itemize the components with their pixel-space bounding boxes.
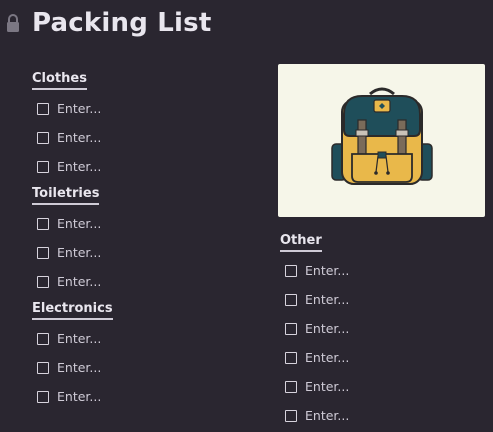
checklist-item: Enter... <box>32 382 113 411</box>
checkbox[interactable] <box>285 322 297 335</box>
item-input[interactable]: Enter... <box>57 245 101 260</box>
item-input[interactable]: Enter... <box>57 216 101 231</box>
page-header: Packing List <box>6 8 211 38</box>
item-input[interactable]: Enter... <box>57 130 101 145</box>
checkbox[interactable] <box>285 264 297 277</box>
item-input[interactable]: Enter... <box>305 321 349 336</box>
checkbox[interactable] <box>37 332 49 345</box>
section-heading-other: Other <box>280 233 322 252</box>
checkbox[interactable] <box>37 217 49 230</box>
item-input[interactable]: Enter... <box>57 360 101 375</box>
checklist-item: Enter... <box>280 285 349 314</box>
backpack-image <box>278 64 485 217</box>
item-input[interactable]: Enter... <box>305 408 349 423</box>
checklist-item: Enter... <box>32 267 101 296</box>
checklist-item: Enter... <box>32 94 101 123</box>
section-heading-toiletries: Toiletries <box>32 186 100 205</box>
item-input[interactable]: Enter... <box>57 159 101 174</box>
checkbox[interactable] <box>285 380 297 393</box>
checkbox[interactable] <box>37 390 49 403</box>
checklist-item: Enter... <box>32 238 101 267</box>
section-other: Other Enter... Enter... Enter... Enter..… <box>280 229 349 430</box>
checklist-item: Enter... <box>280 314 349 343</box>
item-input[interactable]: Enter... <box>57 389 101 404</box>
section-electronics: Electronics Enter... Enter... Enter... <box>32 297 113 411</box>
item-input[interactable]: Enter... <box>57 331 101 346</box>
checkbox[interactable] <box>37 160 49 173</box>
item-input[interactable]: Enter... <box>305 263 349 278</box>
checklist-item: Enter... <box>32 152 101 181</box>
page-title: Packing List <box>32 8 212 38</box>
section-heading-clothes: Clothes <box>32 71 87 90</box>
section-toiletries: Toiletries Enter... Enter... Enter... <box>32 182 101 296</box>
checkbox[interactable] <box>285 293 297 306</box>
checklist-item: Enter... <box>32 353 113 382</box>
item-input[interactable]: Enter... <box>305 292 349 307</box>
checkbox[interactable] <box>37 246 49 259</box>
checklist-item: Enter... <box>32 123 101 152</box>
checklist-item: Enter... <box>280 372 349 401</box>
checkbox[interactable] <box>285 351 297 364</box>
lock-icon <box>7 14 19 32</box>
checkbox[interactable] <box>37 102 49 115</box>
checklist-item: Enter... <box>280 343 349 372</box>
section-heading-electronics: Electronics <box>32 301 113 320</box>
section-clothes: Clothes Enter... Enter... Enter... <box>32 67 101 181</box>
item-input[interactable]: Enter... <box>57 274 101 289</box>
item-input[interactable]: Enter... <box>305 379 349 394</box>
checkbox[interactable] <box>285 409 297 422</box>
backpack-illustration <box>331 87 433 185</box>
checklist-item: Enter... <box>32 209 101 238</box>
checkbox[interactable] <box>37 361 49 374</box>
checklist-item: Enter... <box>280 401 349 430</box>
checkbox[interactable] <box>37 131 49 144</box>
checkbox[interactable] <box>37 275 49 288</box>
checklist-item: Enter... <box>280 256 349 285</box>
item-input[interactable]: Enter... <box>305 350 349 365</box>
item-input[interactable]: Enter... <box>57 101 101 116</box>
checklist-item: Enter... <box>32 324 113 353</box>
